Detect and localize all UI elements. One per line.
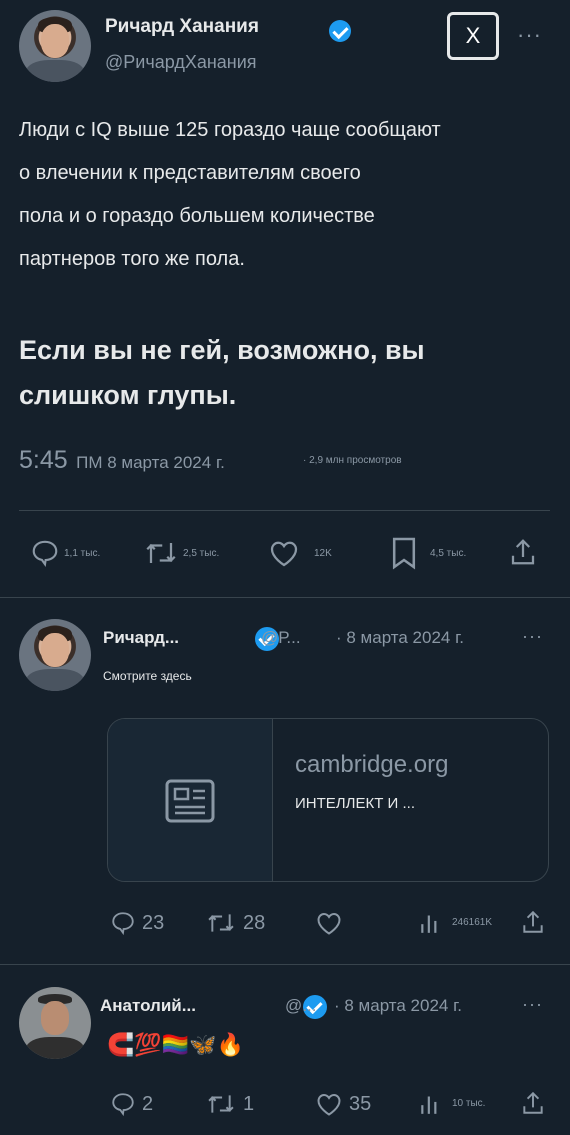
reply-count: 23	[142, 911, 165, 934]
tweet-date: ПМ 8 марта 2024 г.	[76, 453, 225, 472]
share-icon	[523, 1091, 543, 1114]
close-button[interactable]: X	[447, 12, 499, 60]
views-count: 10 тыс.	[452, 1097, 486, 1109]
verified-badge-icon	[329, 20, 351, 42]
more-options-icon[interactable]: ···	[522, 626, 543, 647]
more-options-icon[interactable]: ···	[517, 22, 542, 48]
card-domain: cambridge.org	[295, 751, 449, 778]
tweet-text-line: о влечении к представителям своего	[19, 162, 361, 184]
bookmark-button[interactable]: 4,5 тыс.	[390, 536, 466, 570]
divider	[0, 597, 570, 598]
retweet-button[interactable]: 2,5 тыс.	[143, 538, 219, 568]
reply2-author-handle[interactable]: @...	[285, 996, 316, 1016]
share-icon	[523, 910, 543, 933]
tweet-time: 5:45	[19, 446, 68, 474]
like-count: 12K	[314, 547, 332, 559]
reply-icon	[32, 540, 58, 568]
divider	[0, 964, 570, 965]
like-count: 35	[349, 1092, 372, 1115]
like-button[interactable]: 12K	[268, 538, 332, 568]
tweet-emphasis-text: Если вы не гей, возможно, вы слишком глу…	[19, 328, 559, 418]
article-icon	[165, 779, 215, 823]
reply2-emoji-text: 🧲💯🏳️‍🌈🦋🔥	[107, 1032, 244, 1057]
card-thumbnail	[108, 719, 273, 881]
views-button[interactable]: 10 тыс.	[418, 1089, 485, 1117]
reply-button[interactable]: 2	[110, 1091, 153, 1117]
reply1-author-avatar[interactable]	[19, 619, 91, 691]
reply-count: 2	[142, 1092, 154, 1115]
reply1-text: Смотрите здесь	[103, 669, 192, 683]
tweet-text: Люди с IQ выше 125 гораздо чаще сообщают…	[19, 109, 559, 281]
reply2-author-avatar[interactable]	[19, 987, 91, 1059]
retweet-button[interactable]: 1	[205, 1091, 254, 1117]
reply1-author-handle[interactable]: @Р...	[261, 628, 301, 648]
share-icon	[511, 539, 535, 565]
tweet-emphasis-line: слишком глупы.	[19, 380, 237, 410]
divider	[19, 510, 550, 511]
reply1-author-name[interactable]: Ричард...	[103, 628, 179, 648]
views-icon	[421, 1096, 437, 1114]
more-options-icon[interactable]: ···	[522, 994, 543, 1015]
reply-count: 1,1 тыс.	[64, 547, 101, 559]
share-button[interactable]	[520, 1089, 546, 1117]
bookmark-count: 4,5 тыс.	[430, 547, 467, 559]
retweet-button[interactable]: 28	[205, 910, 265, 936]
reply-icon	[112, 912, 134, 936]
reply-button[interactable]: 1,1 тыс.	[30, 538, 100, 568]
heart-icon	[270, 541, 298, 567]
views-count: 246161K	[452, 916, 493, 928]
reply2-date[interactable]: · 8 марта 2024 г.	[334, 996, 462, 1016]
heart-icon	[317, 1094, 341, 1116]
retweet-icon	[208, 914, 234, 932]
tweet-text-line: Люди с IQ выше 125 гораздо чаще сообщают	[19, 119, 441, 141]
reply1-date[interactable]: · 8 марта 2024 г.	[336, 628, 464, 648]
bookmark-icon	[392, 537, 416, 570]
heart-icon	[317, 913, 341, 935]
main-author-handle[interactable]: @РичардХанания	[105, 52, 257, 73]
tweet-emphasis-line: Если вы не гей, возможно, вы	[19, 335, 425, 365]
link-preview-card[interactable]: cambridge.org ИНТЕЛЛЕКТ И ...	[107, 718, 549, 882]
retweet-icon	[208, 1095, 234, 1113]
retweet-icon	[146, 543, 176, 563]
main-author-avatar[interactable]	[19, 10, 91, 82]
like-button[interactable]: 35	[315, 1091, 371, 1117]
retweet-count: 2,5 тыс.	[183, 547, 220, 559]
share-button[interactable]	[520, 908, 546, 936]
share-button[interactable]	[508, 536, 538, 568]
tweet-views[interactable]: · 2,9 млн просмотров	[303, 455, 402, 466]
main-author-name[interactable]: Ричард Ханания	[105, 16, 259, 38]
tweet-text-line: партнеров того же пола.	[19, 248, 245, 270]
tweet-text-line: пола и о гораздо большем количестве	[19, 205, 375, 227]
reply-button[interactable]: 23	[110, 910, 164, 936]
tweet-timestamp[interactable]: 5:45 ПМ 8 марта 2024 г.	[19, 446, 225, 475]
reply-icon	[112, 1093, 134, 1117]
reply2-author-name[interactable]: Анатолий...	[100, 996, 196, 1016]
views-icon	[421, 915, 437, 933]
card-title: ИНТЕЛЛЕКТ И ...	[295, 795, 415, 812]
views-button[interactable]: 246161K	[418, 908, 492, 936]
like-button[interactable]	[315, 910, 343, 936]
retweet-count: 28	[243, 911, 266, 934]
retweet-count: 1	[243, 1092, 255, 1115]
